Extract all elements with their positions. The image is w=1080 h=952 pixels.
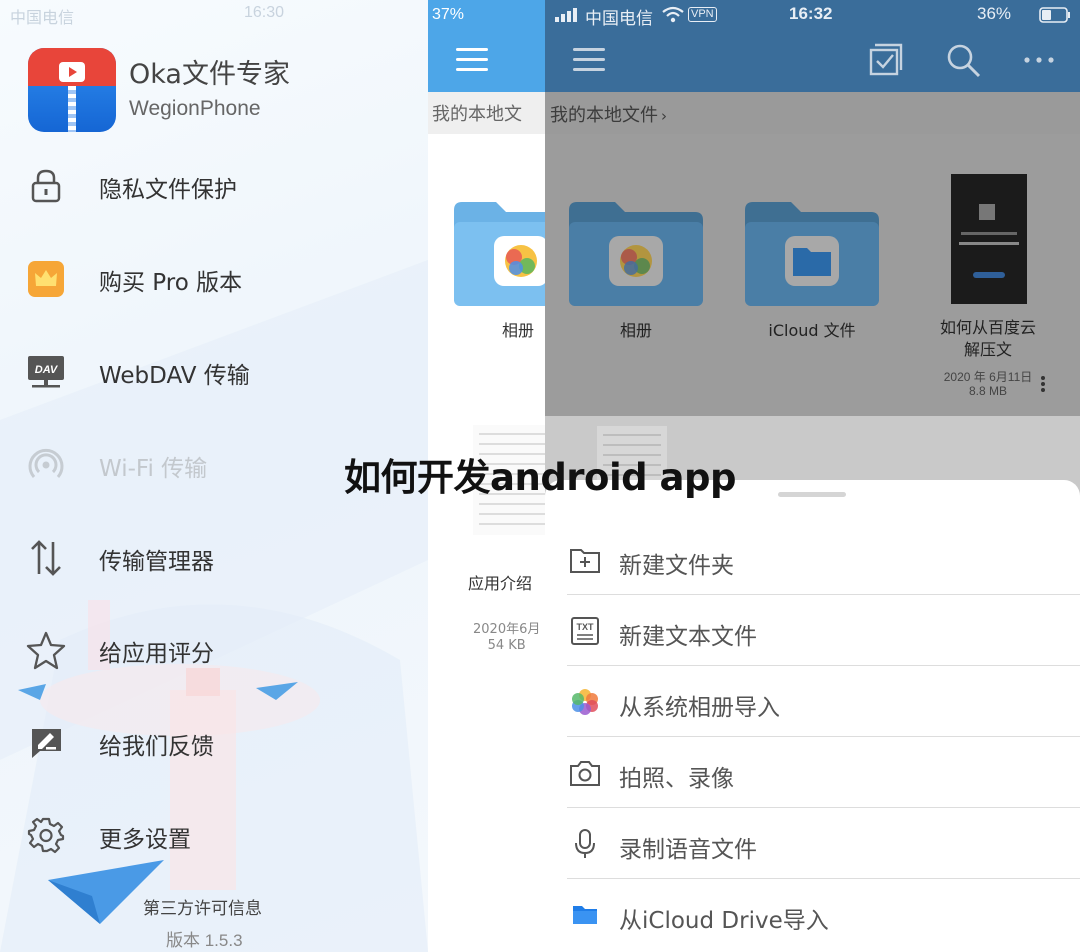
sheet-item-record-audio[interactable]: 录制语音文件 [545,808,1080,879]
signal-icon [555,8,581,22]
sheet-item-label: 拍照、录像 [619,766,734,792]
sheet-item-import-photos[interactable]: 从系统相册导入 [545,666,1080,737]
menu-item-rate-app[interactable]: 给应用评分 [0,620,428,680]
chevron-right-icon: › [661,107,667,125]
version-label: 版本 1.5.3 [166,931,243,950]
file-size: 8.8 MB [968,384,1007,398]
app-developer: WegionPhone [129,97,261,120]
menu-item-webdav[interactable]: DAV WebDAV 传输 [0,342,428,402]
star-icon [26,630,66,670]
license-link[interactable]: 第三方许可信息 [143,894,262,919]
file-label[interactable]: 相册 [569,317,703,341]
icloud-folder-icon[interactable] [745,200,879,306]
sheet-item-label: 录制语音文件 [619,837,757,863]
file-grid: 相册 iCloud 文件 如何从百度云 解压文 2020 年 6月11日 8.8… [545,134,1080,416]
menu-item-privacy[interactable]: 隐私文件保护 [0,156,428,216]
overlay-title: 如何开发android app [344,456,736,499]
background-breadcrumb-bar: 我的本地文 [428,92,545,134]
txt-file-icon: TXT [569,615,601,647]
photos-folder-icon[interactable] [569,200,703,306]
status-time: 16:30 [244,4,285,21]
vpn-badge: VPN [688,7,717,22]
action-sheet: 新建文件夹 TXT 新建文本文件 从系统相册导入 拍照、录像 录制语音文件 从i… [545,480,1080,952]
file-date: 2020 年 6月11日 [943,370,1033,384]
file-more-icon[interactable] [1041,376,1047,396]
app-name: Oka文件专家 [129,59,290,90]
sheet-item-camera[interactable]: 拍照、录像 [545,737,1080,808]
icloud-drive-icon [569,899,601,931]
breadcrumb[interactable]: 我的本地文件 › [550,101,667,127]
transfer-arrows-icon [26,538,66,578]
hamburger-menu-icon[interactable] [573,48,605,72]
new-folder-icon [569,544,601,576]
carrier-label: 中国电信 [10,10,75,27]
microphone-icon [569,828,601,860]
menu-item-label: 购买 Pro 版本 [99,270,243,296]
menu-item-more-settings[interactable]: 更多设置 [0,806,428,866]
sheet-item-label: 新建文本文件 [619,624,757,650]
menu-item-label: 更多设置 [99,827,191,853]
background-doc-label[interactable]: 应用介绍 [468,570,532,594]
sheet-item-label: 新建文件夹 [619,553,734,579]
status-bar: 中国电信 16:30 [0,4,428,27]
menu-item-label: 给我们反馈 [99,734,214,760]
crown-icon [26,259,66,299]
menu-item-transfer-manager[interactable]: 传输管理器 [0,528,428,588]
photos-folder-icon[interactable] [454,200,545,306]
sheet-item-icloud-import[interactable]: 从iCloud Drive导入 [545,879,1080,950]
sheet-item-new-text-file[interactable]: TXT 新建文本文件 [545,595,1080,666]
hamburger-menu-icon[interactable] [456,48,488,72]
battery-percent: 36% [977,4,1012,23]
battery-percent: 37% [432,6,465,23]
sheet-item-label: 从iCloud Drive导入 [619,908,829,934]
status-time: 16:32 [789,4,833,23]
select-checkbox-icon[interactable] [867,42,903,78]
carrier-label: 中国电信 [585,9,653,28]
breadcrumb-bar: 我的本地文件 › [545,92,1080,134]
breadcrumb-label: 我的本地文件 [550,105,658,126]
background-status-bar: 37% [432,6,464,24]
background-breadcrumb: 我的本地文 [432,104,522,125]
dav-icon: DAV [26,352,66,392]
background-doc-meta: 2020年6月 54 KB [473,622,540,654]
file-meta: 2020 年 6月11日 8.8 MB [931,370,1045,398]
video-thumbnail[interactable] [951,174,1027,304]
menu-item-label: 传输管理器 [99,549,214,575]
menu-item-label: WebDAV 传输 [99,363,250,389]
battery-icon [1039,7,1070,23]
background-doc-date: 2020年6月 [473,622,541,637]
menu-item-label: 隐私文件保护 [99,177,237,203]
feedback-icon [26,723,66,763]
file-label-line: 如何从百度云 [939,318,1036,337]
file-label-line: 解压文 [963,340,1012,359]
menu-item-label: 给应用评分 [99,641,214,667]
menu-item-feedback[interactable]: 给我们反馈 [0,713,428,773]
camera-icon [569,757,601,789]
menu-item-buy-pro[interactable]: 购买 Pro 版本 [0,249,428,309]
svg-text:TXT: TXT [577,622,595,632]
sheet-item-label: 从系统相册导入 [619,695,780,721]
svg-text:DAV: DAV [35,364,59,376]
photos-icon [569,686,601,718]
gear-icon [26,816,66,856]
search-icon[interactable] [945,42,981,78]
top-nav-bar: 中国电信 VPN 16:32 36% [545,0,1080,92]
status-bar: 中国电信 VPN 16:32 36% [545,4,1080,28]
app-logo [28,48,116,132]
file-label[interactable]: iCloud 文件 [745,317,879,341]
wifi-icon [662,6,684,23]
sheet-item-new-folder[interactable]: 新建文件夹 [545,524,1080,595]
background-folder-label[interactable]: 相册 [502,317,534,341]
background-doc-size: 54 KB [487,638,526,653]
more-options-icon[interactable] [1021,42,1057,78]
lock-icon [26,166,66,206]
file-label-video[interactable]: 如何从百度云 解压文 [921,317,1055,361]
